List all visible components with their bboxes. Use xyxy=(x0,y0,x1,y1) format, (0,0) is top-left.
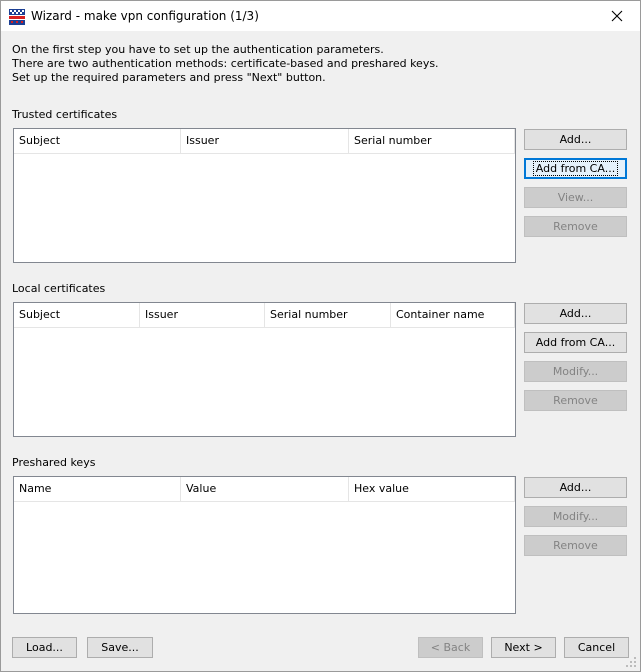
intro-line: On the first step you have to set up the… xyxy=(12,43,384,56)
local-certificates-label: Local certificates xyxy=(12,282,106,295)
load-button[interactable]: Load... xyxy=(12,637,77,658)
list-header: Subject Issuer Serial number Container n… xyxy=(14,303,515,328)
app-icon xyxy=(9,9,25,25)
cancel-button[interactable]: Cancel xyxy=(564,637,629,658)
local-add-from-ca-button[interactable]: Add from CA... xyxy=(524,332,627,353)
column-header-subject[interactable]: Subject xyxy=(14,303,140,327)
column-header-name[interactable]: Name xyxy=(14,477,181,501)
close-button[interactable] xyxy=(594,1,640,31)
column-header-serial-number[interactable]: Serial number xyxy=(265,303,391,327)
column-header-value[interactable]: Value xyxy=(181,477,349,501)
preshared-remove-button[interactable]: Remove xyxy=(524,535,627,556)
wizard-window: Wizard - make vpn configuration (1/3) On… xyxy=(0,0,641,672)
list-header: Subject Issuer Serial number xyxy=(14,129,515,154)
preshared-keys-label: Preshared keys xyxy=(12,456,96,469)
column-header-hex-value[interactable]: Hex value xyxy=(349,477,515,501)
preshared-add-button[interactable]: Add... xyxy=(524,477,627,498)
column-header-container-name[interactable]: Container name xyxy=(391,303,515,327)
local-remove-button[interactable]: Remove xyxy=(524,390,627,411)
trusted-add-button[interactable]: Add... xyxy=(524,129,627,150)
trusted-view-button[interactable]: View... xyxy=(524,187,627,208)
intro-line: There are two authentication methods: ce… xyxy=(12,57,439,70)
next-button[interactable]: Next > xyxy=(491,637,556,658)
intro-text: On the first step you have to set up the… xyxy=(12,43,439,85)
column-header-issuer[interactable]: Issuer xyxy=(140,303,265,327)
intro-line: Set up the required parameters and press… xyxy=(12,71,326,84)
back-button[interactable]: < Back xyxy=(418,637,483,658)
resize-grip-icon[interactable] xyxy=(625,656,637,668)
preshared-modify-button[interactable]: Modify... xyxy=(524,506,627,527)
trusted-remove-button[interactable]: Remove xyxy=(524,216,627,237)
column-header-serial-number[interactable]: Serial number xyxy=(349,129,515,153)
local-add-button[interactable]: Add... xyxy=(524,303,627,324)
column-header-issuer[interactable]: Issuer xyxy=(181,129,349,153)
local-certificates-list[interactable]: Subject Issuer Serial number Container n… xyxy=(13,302,516,437)
save-button[interactable]: Save... xyxy=(87,637,153,658)
local-modify-button[interactable]: Modify... xyxy=(524,361,627,382)
close-icon xyxy=(611,10,623,22)
trusted-certificates-list[interactable]: Subject Issuer Serial number xyxy=(13,128,516,263)
preshared-keys-list[interactable]: Name Value Hex value xyxy=(13,476,516,614)
trusted-add-from-ca-button[interactable]: Add from CA... xyxy=(524,158,627,179)
column-header-subject[interactable]: Subject xyxy=(14,129,181,153)
trusted-add-from-ca-label: Add from CA... xyxy=(532,161,619,176)
trusted-certificates-label: Trusted certificates xyxy=(12,108,118,121)
title-bar: Wizard - make vpn configuration (1/3) xyxy=(1,1,640,31)
window-title: Wizard - make vpn configuration (1/3) xyxy=(31,9,259,23)
list-header: Name Value Hex value xyxy=(14,477,515,502)
